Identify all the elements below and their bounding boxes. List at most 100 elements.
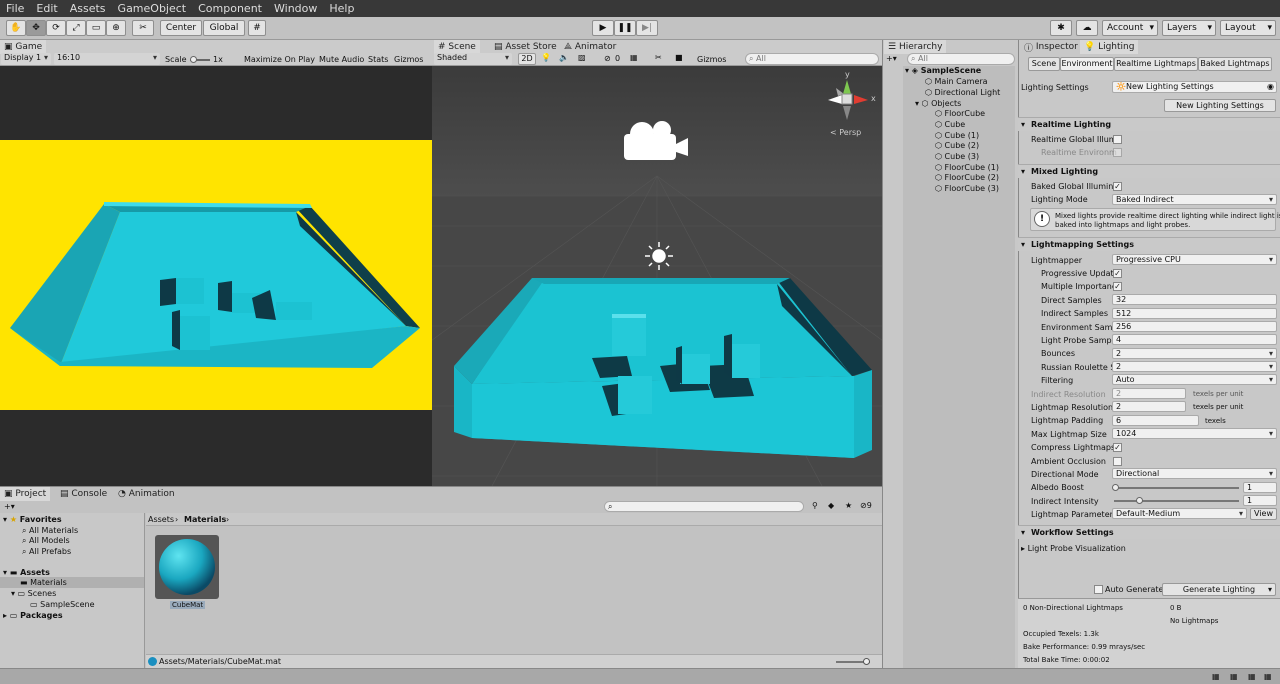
hierarchy-search-input[interactable]: ⌕ All [907,53,1015,65]
hierarchy-item-cube-2[interactable]: ⬡ Cube (2) [935,141,979,150]
lightmapping-section[interactable]: Lightmapping Settings [1018,237,1280,251]
probe-samples-input[interactable]: 4 [1112,334,1277,345]
pivot-global-toggle[interactable]: Global [203,20,245,36]
scene-gizmos-dropdown[interactable]: Gizmos [697,55,726,64]
debug-icon[interactable]: ▦ [1248,672,1256,681]
scale-tool-icon[interactable]: ⤢ [66,20,86,36]
params-dropdown[interactable]: Default-Medium [1112,508,1247,519]
hierarchy-item-floorcube[interactable]: ⬡ FloorCube [935,109,985,118]
materials-folder[interactable]: ▬ Materials [20,578,67,587]
assets-folder[interactable]: ▾ ▬ Assets [3,568,50,577]
hierarchy-item-main-camera[interactable]: ⬡ Main Camera [925,77,988,86]
layers-dropdown[interactable]: Layers ▾ [1162,20,1216,36]
scene-viewport[interactable]: y x < Persp [231,66,1083,487]
rotate-tool-icon[interactable]: ⟳ [46,20,66,36]
view-params-button[interactable]: View [1250,508,1277,520]
hierarchy-item-directional-light[interactable]: ⬡ Directional Light [925,88,1000,97]
game-viewport[interactable] [0,66,432,486]
roulette-dropdown[interactable]: 2 [1112,361,1277,372]
albedo-slider-thumb[interactable] [1112,484,1119,491]
subtab-scene[interactable]: Scene [1028,57,1060,71]
subtab-realtime-lightmaps[interactable]: Realtime Lightmaps [1114,57,1198,71]
hierarchy-item-objects[interactable]: ▾ ⬡ Objects [915,99,961,108]
move-tool-icon[interactable]: ✥ [26,20,46,36]
cache-server-icon[interactable]: ▦ [1230,672,1238,681]
hierarchy-item-cube-3[interactable]: ⬡ Cube (3) [935,152,979,161]
hidden-objects-icon[interactable]: ⊘ [604,54,611,63]
lighting-mode-dropdown[interactable]: Baked Indirect [1112,194,1277,205]
filter-type-icon[interactable]: ⚲ [812,501,818,510]
tab-hierarchy[interactable]: ☰ Hierarchy [884,40,947,54]
directional-dropdown[interactable]: Directional [1112,468,1277,479]
hierarchy-item-floorcube-2[interactable]: ⬡ FloorCube (2) [935,173,999,182]
layout-dropdown[interactable]: Layout ▾ [1220,20,1276,36]
custom-tool-icon[interactable]: ✂ [132,20,154,36]
auto-generate-checkbox[interactable] [1094,585,1103,594]
filter-label-icon[interactable]: ◆ [828,501,834,510]
hand-tool-icon[interactable]: ✋ [6,20,26,36]
stats-toggle[interactable]: Stats [368,55,388,64]
tab-animator[interactable]: ⟁ Animator [560,40,620,54]
realtime-env-checkbox[interactable] [1113,148,1122,157]
collab-icon[interactable]: ✱ [1050,20,1072,36]
mixed-lighting-section[interactable]: Mixed Lighting [1018,164,1280,178]
fav-all-materials[interactable]: ⌕ All Materials [22,526,78,536]
env-samples-input[interactable]: 256 [1112,321,1277,332]
menu-window[interactable]: Window [268,2,323,15]
pivot-center-toggle[interactable]: Center [160,20,202,36]
progressive-updates-checkbox[interactable]: ✓ [1113,269,1122,278]
indirect-intensity-slider[interactable] [1114,500,1239,502]
multiple-importance-checkbox[interactable]: ✓ [1113,282,1122,291]
step-button[interactable]: ▶| [636,20,658,36]
menu-assets[interactable]: Assets [64,2,112,15]
tools-icon[interactable]: ✂ [655,53,662,62]
hierarchy-item-cube[interactable]: ⬡ Cube [935,120,965,129]
indirect-res-input[interactable]: 2 [1112,388,1186,399]
hierarchy-item-floorcube-3[interactable]: ⬡ FloorCube (3) [935,184,999,193]
tab-game[interactable]: ▣ Game [0,40,47,54]
progress-icon[interactable]: ▦ [1264,672,1272,681]
direct-samples-input[interactable]: 32 [1112,294,1277,305]
menu-file[interactable]: File [0,2,30,15]
realtime-gi-checkbox[interactable] [1113,135,1122,144]
auto-lighting-icon[interactable]: ▦ [1212,672,1220,681]
tab-inspector[interactable]: ⓘ Inspector [1020,40,1082,54]
padding-input[interactable]: 6 [1112,415,1199,426]
menu-component[interactable]: Component [192,2,268,15]
mode-2d-toggle[interactable]: 2D [518,53,536,65]
hidden-packages-icon[interactable]: ⊘9 [860,501,872,510]
favorite-star-icon[interactable]: ★ [845,501,852,510]
pause-button[interactable]: ❚❚ [614,20,636,36]
sample-scene-folder[interactable]: ▭ SampleScene [30,600,95,609]
transform-tool-icon[interactable]: ⊕ [106,20,126,36]
breadcrumb-assets[interactable]: Assets [148,515,174,524]
filtering-dropdown[interactable]: Auto [1112,374,1277,385]
object-picker-icon[interactable]: ◉ [1267,82,1274,91]
tab-asset-store[interactable]: ▤ Asset Store [490,40,561,54]
lightmap-res-input[interactable]: 2 [1112,401,1186,412]
account-dropdown[interactable]: Account ▾ [1102,20,1158,36]
subtab-environment[interactable]: Environment [1060,57,1114,71]
new-lighting-settings-button[interactable]: New Lighting Settings [1164,99,1276,112]
compress-checkbox[interactable]: ✓ [1113,443,1122,452]
tab-project[interactable]: ▣ Project [0,487,51,501]
menu-help[interactable]: Help [323,2,360,15]
albedo-input[interactable]: 1 [1243,482,1277,493]
scenes-folder[interactable]: ▾ ▭ Scenes [11,589,56,598]
project-search-input[interactable]: ⌕ [604,501,804,512]
tab-animation[interactable]: ◔ Animation [114,487,179,501]
lightmapper-dropdown[interactable]: Progressive CPU [1112,254,1277,265]
lighting-settings-field[interactable]: 🔆New Lighting Settings ◉ [1112,81,1277,93]
game-gizmos-dropdown[interactable]: Gizmos [394,55,423,64]
indirect-intensity-thumb[interactable] [1136,497,1143,504]
grid-toggle-icon[interactable]: ▦ [630,53,638,62]
icon-size-thumb[interactable] [863,658,870,665]
probe-vis-foldout[interactable]: ▸ Light Probe Visualization [1021,544,1126,553]
audio-toggle-icon[interactable]: 🔈 [559,53,569,62]
packages-folder[interactable]: ▸ ▭ Packages [3,611,63,620]
cubemat-asset[interactable] [155,535,219,599]
lighting-toggle-icon[interactable]: 💡 [541,53,551,62]
fav-all-models[interactable]: ⌕ All Models [22,536,70,546]
tab-scene[interactable]: # Scene [434,40,480,54]
play-button[interactable]: ▶ [592,20,614,36]
